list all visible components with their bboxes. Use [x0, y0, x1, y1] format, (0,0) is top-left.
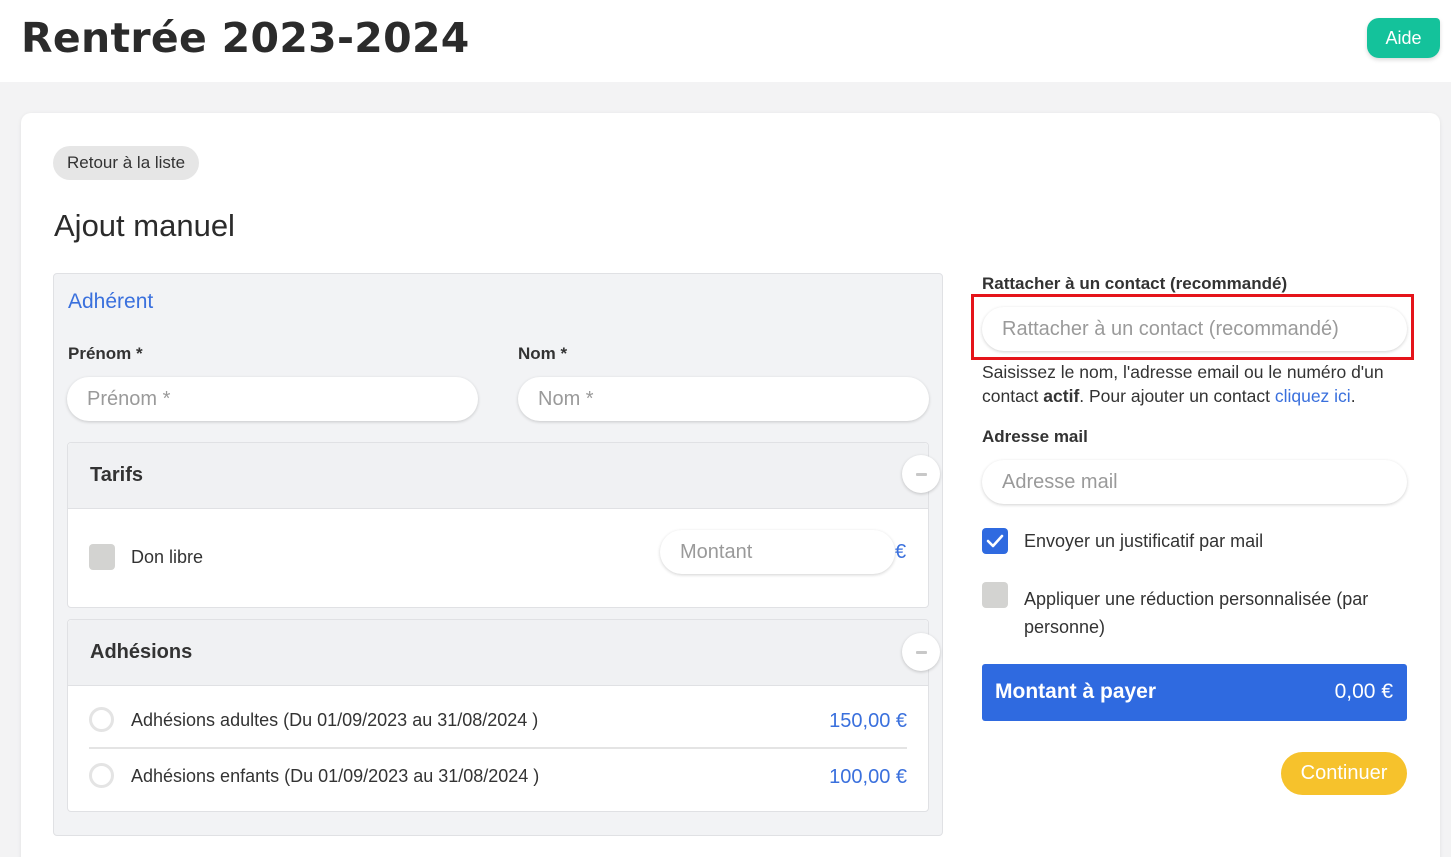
help-text-bold: actif [1043, 386, 1080, 406]
lastname-input[interactable] [518, 377, 929, 421]
amount-input[interactable] [660, 530, 895, 574]
adhesion-radio-adults[interactable] [89, 707, 114, 732]
tarifs-header: Tarifs [68, 443, 928, 509]
section-title: Ajout manuel [54, 208, 235, 243]
help-text-part: . [1350, 386, 1356, 406]
email-label: Adresse mail [982, 427, 1088, 446]
currency-symbol: € [895, 541, 907, 563]
adhesions-title: Adhésions [90, 641, 193, 663]
donation-checkbox[interactable] [89, 544, 115, 570]
adhesion-label-children: Adhésions enfants (Du 01/09/2023 au 31/0… [131, 766, 540, 786]
send-receipt-checkbox[interactable] [982, 528, 1008, 554]
adhesions-collapse-button[interactable] [902, 633, 940, 671]
adhesions-header: Adhésions [68, 620, 928, 686]
tarifs-collapse-button[interactable] [902, 455, 940, 493]
minus-icon [915, 650, 927, 654]
donation-label: Don libre [131, 547, 204, 567]
member-section-title: Adhérent [68, 290, 154, 313]
amount-to-pay-bar: Montant à payer 0,00 € [982, 664, 1407, 721]
contact-search-input[interactable] [982, 307, 1407, 351]
amount-to-pay-label: Montant à payer [995, 680, 1157, 703]
adhesion-price-adults: 150,00 € [829, 710, 907, 732]
help-button[interactable]: Aide [1367, 18, 1440, 58]
send-receipt-label: Envoyer un justificatif par mail [1024, 531, 1264, 551]
divider [89, 747, 907, 749]
amount-to-pay-value: 0,00 € [1334, 680, 1393, 703]
tarifs-card: Tarifs [67, 442, 929, 608]
adhesion-label-adults: Adhésions adultes (Du 01/09/2023 au 31/0… [131, 710, 539, 730]
check-icon [986, 534, 1004, 548]
firstname-input[interactable] [67, 377, 478, 421]
contact-label: Rattacher à un contact (recommandé) [982, 274, 1288, 293]
tarifs-title: Tarifs [90, 464, 143, 486]
continue-button[interactable]: Continuer [1281, 752, 1407, 795]
minus-icon [915, 472, 927, 476]
top-bar: Rentrée 2023-2024 Aide [0, 0, 1451, 82]
adhesion-price-children: 100,00 € [829, 766, 907, 788]
lastname-label: Nom * [518, 344, 568, 363]
custom-discount-checkbox[interactable] [982, 582, 1008, 608]
add-contact-link[interactable]: cliquez ici [1275, 386, 1351, 406]
help-text-part: . Pour ajouter un contact [1079, 386, 1275, 406]
firstname-label: Prénom * [68, 344, 143, 363]
custom-discount-label: Appliquer une réduction personnalisée (p… [1024, 589, 1369, 637]
back-to-list-button[interactable]: Retour à la liste [53, 146, 200, 180]
adhesion-radio-children[interactable] [89, 763, 114, 788]
contact-help-text: Saisissez le nom, l'adresse email ou le … [982, 360, 1412, 408]
email-input[interactable] [982, 460, 1407, 504]
page-title: Rentrée 2023-2024 [21, 14, 470, 62]
